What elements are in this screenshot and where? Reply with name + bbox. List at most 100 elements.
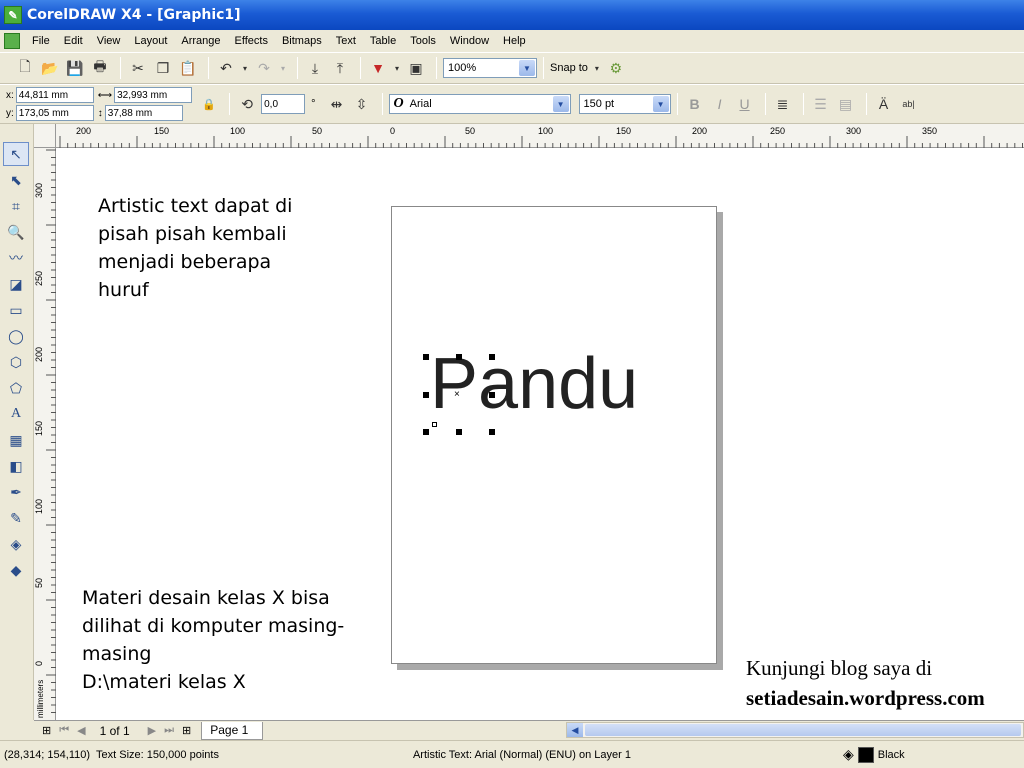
object-width-field[interactable]: 32,993 mm [114, 87, 193, 103]
text-align-icon[interactable]: ≣ [772, 93, 794, 115]
snap-to-button[interactable]: Snap to [550, 62, 588, 74]
y-position-field[interactable]: 173,05 mm [15, 105, 94, 121]
fill-tool-icon[interactable]: ◈ [3, 532, 29, 556]
print-icon[interactable]: 🖶 [89, 57, 111, 79]
table-tool-icon[interactable]: ▦ [3, 428, 29, 452]
page-border[interactable] [391, 206, 717, 664]
redo-dropdown-icon[interactable]: ▾ [278, 57, 288, 79]
interactive-fill-tool-icon[interactable]: ◆ [3, 558, 29, 582]
ruler-origin[interactable] [34, 124, 56, 148]
zoom-tool-icon[interactable]: 🔍 [3, 220, 29, 244]
basic-shapes-tool-icon[interactable]: ⬠ [3, 376, 29, 400]
new-document-icon[interactable]: 🗋 [14, 57, 36, 79]
menu-tools[interactable]: Tools [410, 35, 436, 47]
interactive-blend-tool-icon[interactable]: ◧ [3, 454, 29, 478]
selection-handle[interactable] [456, 354, 462, 360]
open-folder-icon[interactable]: 📂 [39, 57, 61, 79]
chevron-down-icon[interactable]: ▼ [552, 96, 569, 112]
bold-icon[interactable]: B [684, 93, 706, 115]
menu-layout[interactable]: Layout [134, 35, 167, 47]
outline-tool-icon[interactable]: ✎ [3, 506, 29, 530]
drawing-canvas[interactable]: Artistic text dapat di pisah pisah kemba… [56, 148, 1024, 720]
shape-tool-icon[interactable]: ⬉ [3, 168, 29, 192]
paste-icon[interactable]: 📋 [177, 57, 199, 79]
font-size-combo[interactable]: 150 pt ▼ [578, 94, 671, 114]
selection-handle[interactable] [489, 392, 495, 398]
add-page-after-icon[interactable]: ⊞ [182, 724, 191, 737]
y-position-label: y: [6, 107, 14, 119]
object-height-field[interactable]: 37,88 mm [104, 105, 183, 121]
crop-tool-icon[interactable]: ⌗ [3, 194, 29, 218]
italic-icon[interactable]: I [709, 93, 731, 115]
vertical-ruler[interactable]: 300 250 200 150 100 50 0 millimeters [34, 148, 56, 720]
horizontal-scrollbar[interactable]: ◀ [566, 722, 1024, 738]
options-icon[interactable]: ⚙ [605, 57, 627, 79]
scrollbar-thumb[interactable] [585, 724, 1021, 736]
selection-handle[interactable] [489, 429, 495, 435]
cut-icon[interactable]: ✂ [127, 57, 149, 79]
rectangle-tool-icon[interactable]: ▭ [3, 298, 29, 322]
menu-edit[interactable]: Edit [64, 35, 83, 47]
drop-cap-icon[interactable]: ▤ [835, 93, 857, 115]
welcome-screen-icon[interactable]: ▣ [405, 57, 427, 79]
lock-ratio-icon[interactable]: 🔒 [198, 93, 220, 115]
polygon-tool-icon[interactable]: ⬡ [3, 350, 29, 374]
selection-handle[interactable] [423, 429, 429, 435]
export-icon[interactable]: ⤒ [329, 57, 351, 79]
snap-to-dropdown-icon[interactable]: ▾ [592, 57, 602, 79]
eyedropper-tool-icon[interactable]: ✒ [3, 480, 29, 504]
fill-color-swatch[interactable] [857, 746, 874, 763]
selection-handle[interactable] [423, 354, 429, 360]
font-list-combo[interactable]: O Arial ▼ [388, 94, 571, 114]
import-icon[interactable]: ⤓ [304, 57, 326, 79]
selection-handle[interactable] [456, 429, 462, 435]
undo-dropdown-icon[interactable]: ▾ [240, 57, 250, 79]
pick-tool-icon[interactable]: ↖ [3, 142, 29, 166]
menu-view[interactable]: View [97, 35, 121, 47]
next-page-icon[interactable]: ▶ [148, 724, 156, 737]
menu-bitmaps[interactable]: Bitmaps [282, 35, 322, 47]
copy-icon[interactable]: ❐ [152, 57, 174, 79]
zoom-level-combo[interactable]: 100% ▼ [443, 58, 537, 78]
coreldraw-app-icon[interactable]: ✎ [4, 6, 22, 24]
scroll-left-icon[interactable]: ◀ [567, 723, 583, 737]
x-position-field[interactable]: 44,811 mm [15, 87, 94, 103]
underline-icon[interactable]: U [734, 93, 756, 115]
text-tool-icon[interactable]: A [3, 402, 29, 426]
menu-arrange[interactable]: Arrange [181, 35, 220, 47]
text-direction-icon[interactable]: ab| [898, 93, 920, 115]
node-marker[interactable] [432, 422, 437, 427]
save-icon[interactable]: 💾 [64, 57, 86, 79]
rotation-angle-field[interactable]: 0,0 [261, 94, 306, 114]
menu-table[interactable]: Table [370, 35, 396, 47]
page-tab[interactable]: Page 1 [201, 721, 264, 740]
horizontal-ruler[interactable]: 200 150 100 50 0 50 100 150 200 250 300 … [56, 124, 1024, 148]
redo-icon[interactable]: ↷ [253, 57, 275, 79]
chevron-down-icon[interactable]: ▼ [652, 96, 669, 112]
smart-fill-tool-icon[interactable]: ◪ [3, 272, 29, 296]
previous-page-icon[interactable]: ◀ [77, 724, 85, 737]
undo-icon[interactable]: ↶ [215, 57, 237, 79]
ellipse-tool-icon[interactable]: ◯ [3, 324, 29, 348]
add-page-before-icon[interactable]: ⊞ [42, 724, 51, 737]
menu-help[interactable]: Help [503, 35, 526, 47]
ruler-label: 150 [616, 126, 632, 136]
document-icon[interactable] [4, 33, 20, 49]
menu-effects[interactable]: Effects [235, 35, 268, 47]
freehand-tool-icon[interactable]: 〰 [3, 246, 29, 270]
menu-window[interactable]: Window [450, 35, 489, 47]
chevron-down-icon[interactable]: ▼ [519, 60, 535, 76]
selection-handle[interactable] [423, 392, 429, 398]
mirror-horizontal-icon[interactable]: ⇹ [326, 93, 348, 115]
center-marker-icon[interactable]: × [454, 390, 460, 400]
menu-file[interactable]: File [32, 35, 50, 47]
launcher-dropdown-icon[interactable]: ▾ [392, 57, 402, 79]
last-page-icon[interactable]: ⏭ [164, 724, 174, 737]
application-launcher-icon[interactable]: ▼ [367, 57, 389, 79]
bullet-list-icon[interactable]: ☰ [810, 93, 832, 115]
mirror-vertical-icon[interactable]: ⇳ [351, 93, 373, 115]
first-page-icon[interactable]: ⏮ [59, 724, 69, 737]
edit-text-icon[interactable]: Ä [873, 93, 895, 115]
selection-handle[interactable] [489, 354, 495, 360]
menu-text[interactable]: Text [336, 35, 356, 47]
